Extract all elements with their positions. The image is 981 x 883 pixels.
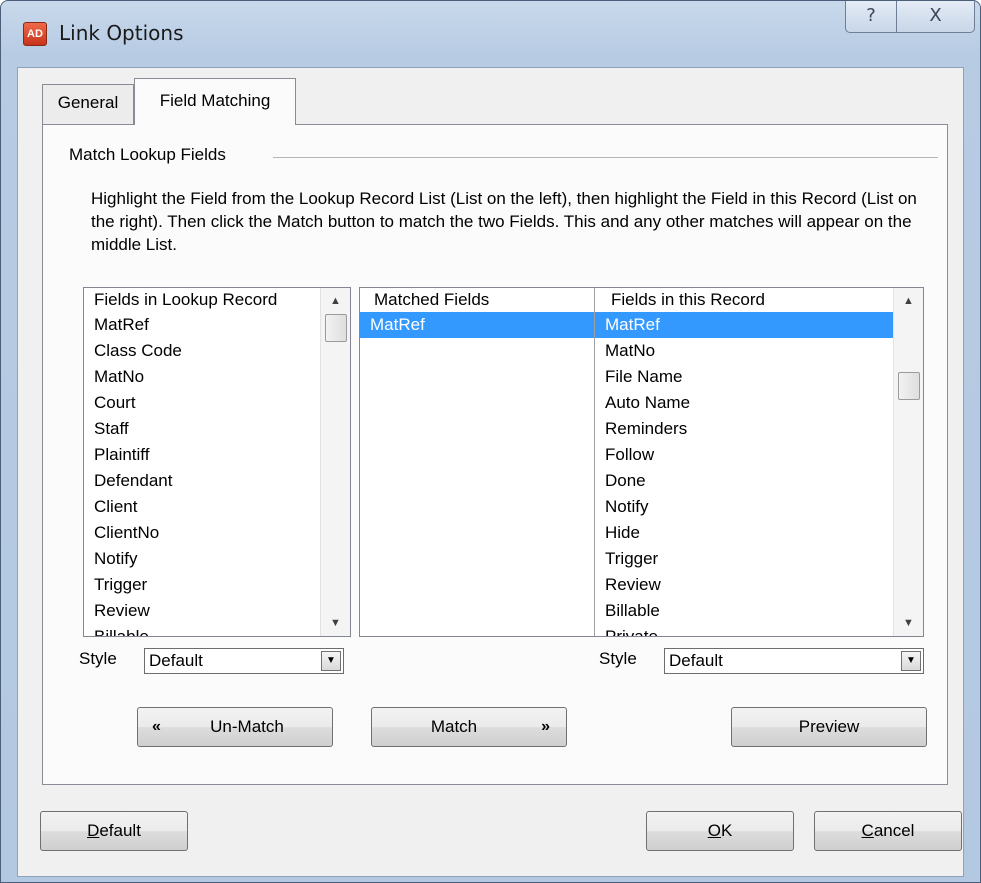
- lookup-fields-rows: MatRef Class Code MatNo Court Staff Plaintiff…: [84, 312, 350, 636]
- default-label: efault: [99, 821, 141, 840]
- lookup-field-item[interactable]: Trigger: [84, 572, 350, 598]
- record-field-item[interactable]: Private: [595, 624, 923, 636]
- group-label: Match Lookup Fields: [69, 145, 236, 165]
- record-field-item[interactable]: Hide: [595, 520, 923, 546]
- match-button[interactable]: Match »: [371, 707, 567, 747]
- lookup-list-scrollbar[interactable]: ▲ ▼: [320, 288, 350, 636]
- record-field-item[interactable]: File Name: [595, 364, 923, 390]
- dialog-body: General Field Matching Match Lookup Fiel…: [17, 67, 964, 877]
- ok-label: K: [720, 821, 733, 840]
- record-field-item[interactable]: Auto Name: [595, 390, 923, 416]
- scroll-thumb[interactable]: [898, 372, 920, 400]
- lookup-field-item[interactable]: Billable: [84, 624, 350, 636]
- tab-field-matching[interactable]: Field Matching: [134, 78, 296, 125]
- lookup-field-item[interactable]: MatNo: [84, 364, 350, 390]
- chevron-down-icon[interactable]: ▼: [901, 651, 921, 671]
- scroll-thumb[interactable]: [325, 314, 347, 342]
- lookup-field-item[interactable]: Staff: [84, 416, 350, 442]
- default-button[interactable]: Default: [40, 811, 188, 851]
- record-field-item[interactable]: MatNo: [595, 338, 923, 364]
- unmatch-button[interactable]: « Un-Match: [137, 707, 333, 747]
- ok-button[interactable]: OK: [646, 811, 794, 851]
- lookup-field-item[interactable]: Class Code: [84, 338, 350, 364]
- field-matching-panel: Match Lookup Fields Highlight the Field …: [42, 124, 948, 785]
- record-field-item[interactable]: Review: [595, 572, 923, 598]
- lookup-field-item[interactable]: Court: [84, 390, 350, 416]
- record-fields-rows: MatRefMatNoFile NameAuto NameRemindersFo…: [595, 312, 923, 636]
- unmatch-label: Un-Match: [210, 717, 284, 736]
- record-field-item[interactable]: Billable: [595, 598, 923, 624]
- preview-label: Preview: [798, 717, 860, 736]
- close-button[interactable]: X: [896, 1, 975, 33]
- lookup-field-item[interactable]: Notify: [84, 546, 350, 572]
- match-label: Match: [430, 717, 478, 736]
- lookup-field-item[interactable]: Review: [84, 598, 350, 624]
- ok-mnemonic: O: [707, 821, 721, 840]
- record-field-item[interactable]: Trigger: [595, 546, 923, 572]
- scroll-up-icon[interactable]: ▲: [894, 288, 923, 314]
- default-mnemonic: D: [87, 821, 100, 840]
- double-left-chevron-icon: «: [152, 718, 161, 735]
- selected-matched-field: MatRef: [370, 315, 425, 334]
- lookup-field-item[interactable]: Plaintiff: [84, 442, 350, 468]
- lookup-fields-header[interactable]: Fields in Lookup Record: [94, 288, 320, 312]
- matched-fields-list[interactable]: MatRef MatRef Matched Fields Fields in t…: [359, 287, 924, 637]
- double-right-chevron-icon: »: [541, 718, 550, 735]
- record-field-item[interactable]: Done: [595, 468, 923, 494]
- instructions-text: Highlight the Field from the Lookup Reco…: [91, 189, 917, 254]
- chevron-down-icon[interactable]: ▼: [321, 651, 341, 671]
- lookup-field-item[interactable]: ClientNo: [84, 520, 350, 546]
- right-style-value: Default: [669, 651, 723, 670]
- left-style-value: Default: [149, 651, 203, 670]
- lookup-field-item[interactable]: Client: [84, 494, 350, 520]
- lookup-field-item[interactable]: Defendant: [84, 468, 350, 494]
- scroll-down-icon[interactable]: ▼: [321, 610, 350, 636]
- help-button[interactable]: ?: [845, 1, 897, 33]
- preview-button[interactable]: Preview: [731, 707, 927, 747]
- scroll-up-icon[interactable]: ▲: [321, 288, 350, 314]
- cancel-mnemonic: C: [861, 821, 874, 840]
- left-style-label: Style: [79, 649, 117, 668]
- right-style-label: Style: [599, 649, 637, 668]
- lookup-field-item[interactable]: MatRef: [84, 312, 350, 338]
- left-style-select[interactable]: Default ▼: [144, 648, 344, 674]
- record-fields-header[interactable]: Fields in this Record: [611, 288, 881, 312]
- window-title: Link Options: [59, 21, 184, 45]
- right-style-select[interactable]: Default ▼: [664, 648, 924, 674]
- record-list-scrollbar[interactable]: ▲ ▼: [893, 288, 923, 636]
- link-options-dialog: AD Link Options ? X General Field Matchi…: [0, 0, 981, 883]
- matched-fields-header[interactable]: Matched Fields: [374, 288, 594, 312]
- cancel-label: ancel: [873, 821, 915, 840]
- lookup-fields-list[interactable]: Fields in Lookup Record MatRef Class Code…: [83, 287, 351, 637]
- scroll-down-icon[interactable]: ▼: [894, 610, 923, 636]
- record-field-item[interactable]: Notify: [595, 494, 923, 520]
- group-divider: [273, 157, 938, 158]
- tab-general[interactable]: General: [42, 84, 134, 124]
- record-field-item[interactable]: Follow: [595, 442, 923, 468]
- record-field-item[interactable]: Reminders: [595, 416, 923, 442]
- cancel-button[interactable]: Cancel: [814, 811, 962, 851]
- app-icon: AD: [23, 22, 47, 46]
- title-bar[interactable]: AD Link Options ? X: [1, 1, 980, 67]
